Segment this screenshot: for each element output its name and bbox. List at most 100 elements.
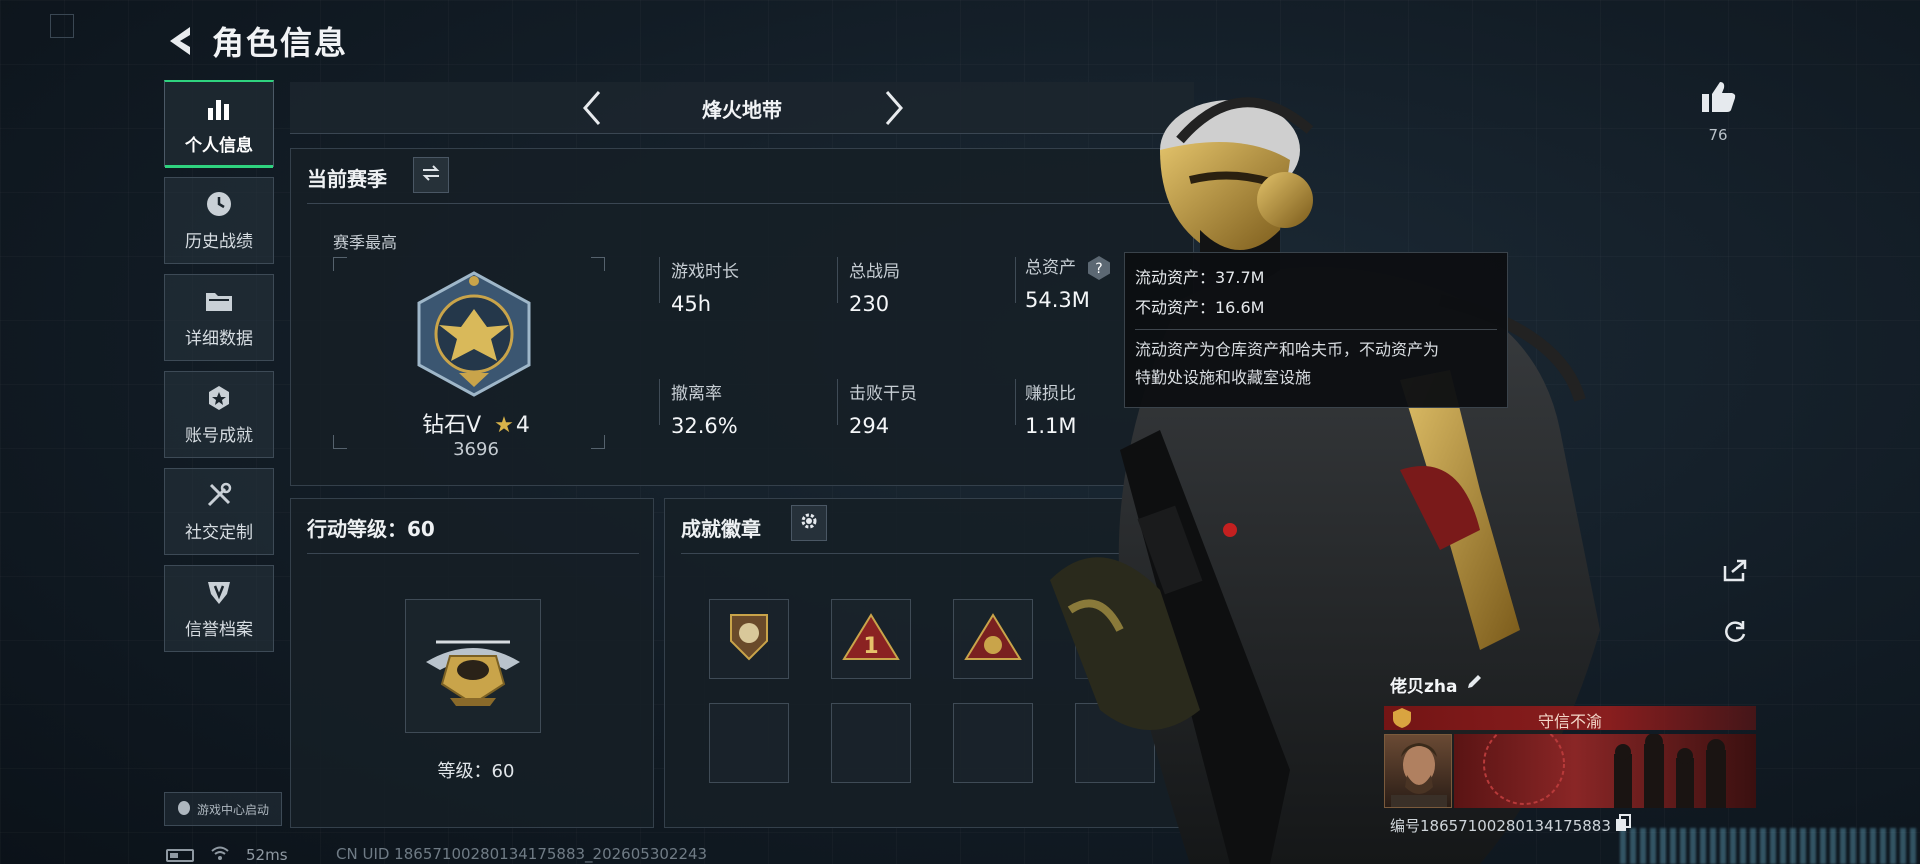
svg-text:1: 1 xyxy=(863,634,878,659)
stat-value: 32.6% xyxy=(671,414,738,438)
achievement-badge-slot-empty[interactable] xyxy=(831,703,911,783)
copy-icon[interactable] xyxy=(1615,814,1631,836)
thumbs-up-icon xyxy=(1698,82,1738,118)
triangle-emblem-badge-icon xyxy=(964,613,1022,665)
player-banner xyxy=(1454,734,1756,808)
page-header: 角色信息 xyxy=(164,18,348,64)
stat-value: 45h xyxy=(671,292,712,316)
swap-season-button[interactable] xyxy=(413,157,449,193)
rank-stars: 4 xyxy=(515,413,530,438)
refresh-button[interactable] xyxy=(1716,614,1754,654)
stat-divider xyxy=(837,379,838,425)
like-count: 76 xyxy=(1708,126,1728,144)
achievement-badge-slot[interactable] xyxy=(709,599,789,679)
device-status-bar: 52ms xyxy=(166,845,288,864)
tooltip-fixed-assets: 不动资产：16.6M xyxy=(1135,298,1265,317)
rank-name: 钻石V xyxy=(422,413,482,438)
clock-icon xyxy=(204,189,234,219)
like-widget[interactable]: 76 xyxy=(1698,78,1738,144)
stat-divider xyxy=(837,257,838,303)
sidebar-item-label: 详细数据 xyxy=(185,329,253,349)
stat-value: 230 xyxy=(849,292,890,316)
penguin-icon xyxy=(177,800,191,819)
sidebar-nav: 个人信息 历史战绩 详细数据 账号成就 社交定制 信誉档案 xyxy=(164,80,274,662)
tooltip-liquid-assets: 流动资产：37.7M xyxy=(1135,268,1265,287)
tools-icon xyxy=(204,480,234,510)
player-id-row: 编号18657100280134175883 xyxy=(1390,814,1631,836)
assets-tooltip: 流动资产：37.7M 不动资产：16.6M 流动资产为仓库资产和哈夫币，不动资产… xyxy=(1124,252,1508,408)
tooltip-description-line-2: 特勤处设施和收藏室设施 xyxy=(1135,368,1312,387)
sidebar-item-label: 社交定制 xyxy=(185,523,253,543)
shield-icon xyxy=(204,577,234,607)
stat-total-matches: 总战局 230 xyxy=(849,257,900,316)
folder-icon xyxy=(204,286,234,316)
stat-divider xyxy=(1015,379,1016,425)
corner-frame xyxy=(50,14,74,38)
achievement-badge-slot-empty[interactable] xyxy=(953,703,1033,783)
sidebar-item-label: 个人信息 xyxy=(185,135,253,156)
sidebar-item-label: 信誉档案 xyxy=(185,620,253,640)
player-card: 佬贝zha 守信不渝 编号18657100280134175883 xyxy=(1384,668,1756,838)
helicopter-level-badge xyxy=(405,599,541,733)
game-center-launch-button[interactable]: 游戏中心启动 xyxy=(164,792,282,826)
rank-score: 3696 xyxy=(453,439,499,460)
tooltip-divider xyxy=(1135,329,1497,330)
sidebar-item-label: 账号成就 xyxy=(185,426,253,446)
frame-corner xyxy=(591,257,605,271)
star-icon: ★ xyxy=(494,413,514,438)
refresh-icon xyxy=(1722,619,1748,649)
stat-play-time: 游戏时长 45h xyxy=(671,257,739,316)
frame-corner xyxy=(333,435,347,449)
stat-extract-rate: 撤离率 32.6% xyxy=(671,379,738,438)
sidebar-item-history[interactable]: 历史战绩 xyxy=(164,177,274,264)
panel-divider xyxy=(307,553,639,554)
sidebar-item-detailed-data[interactable]: 详细数据 xyxy=(164,274,274,361)
sidebar-item-social-custom[interactable]: 社交定制 xyxy=(164,468,274,555)
stat-value: 294 xyxy=(849,414,890,438)
player-id: 编号18657100280134175883 xyxy=(1390,816,1611,835)
share-button[interactable] xyxy=(1716,552,1754,592)
sidebar-item-personal-info[interactable]: 个人信息 xyxy=(164,80,274,168)
credit-status-text: 守信不渝 xyxy=(1537,712,1602,731)
rank-name-row: 钻石V ★4 xyxy=(371,407,581,439)
next-mode-button[interactable] xyxy=(874,88,914,128)
frame-corner xyxy=(333,257,347,271)
achievement-settings-button[interactable] xyxy=(791,505,827,541)
sidebar-item-credit-record[interactable]: 信誉档案 xyxy=(164,565,274,652)
stat-label: 撤离率 xyxy=(671,384,722,404)
player-avatar xyxy=(1384,734,1452,808)
uid-text: CN UID 18657100280134175883_202605302243 xyxy=(336,845,708,863)
wifi-icon xyxy=(210,845,230,864)
launch-label: 游戏中心启动 xyxy=(196,802,269,817)
stat-label: 游戏时长 xyxy=(671,262,739,282)
action-level-panel: 行动等级：60 等级：60 xyxy=(290,498,654,828)
diamond-rank-emblem xyxy=(409,269,539,399)
stat-label: 总战局 xyxy=(849,262,900,282)
gear-icon xyxy=(799,511,819,535)
back-arrow-icon[interactable] xyxy=(164,19,198,63)
first-place-badge-icon: 1 xyxy=(842,613,900,665)
bar-chart-icon xyxy=(204,93,234,123)
edit-pencil-icon[interactable] xyxy=(1465,673,1483,696)
lion-shield-badge-icon xyxy=(727,611,771,667)
sidebar-item-label: 历史战绩 xyxy=(185,232,253,252)
player-name: 佬贝zha xyxy=(1390,677,1458,697)
frame-corner xyxy=(591,435,605,449)
share-icon xyxy=(1722,558,1748,586)
swap-icon xyxy=(421,164,441,186)
page-title: 角色信息 xyxy=(212,24,349,62)
tooltip-description-line-1: 流动资产为仓库资产和哈夫币，不动资产为 xyxy=(1135,340,1440,359)
season-panel-title: 当前赛季 xyxy=(307,167,387,191)
sidebar-item-achievements[interactable]: 账号成就 xyxy=(164,371,274,458)
achievement-badge-slot[interactable]: 1 xyxy=(831,599,911,679)
stat-divider xyxy=(1015,257,1016,303)
level-text: 等级：60 xyxy=(437,761,515,782)
stat-divider xyxy=(659,379,660,425)
credit-status-bar: 守信不渝 xyxy=(1384,706,1756,731)
achievement-icon xyxy=(204,383,234,413)
stat-label: 击败干员 xyxy=(849,384,917,404)
stat-divider xyxy=(659,257,660,303)
ping-text: 52ms xyxy=(246,846,288,864)
achievement-badge-slot-empty[interactable] xyxy=(709,703,789,783)
achievement-badge-slot[interactable] xyxy=(953,599,1033,679)
